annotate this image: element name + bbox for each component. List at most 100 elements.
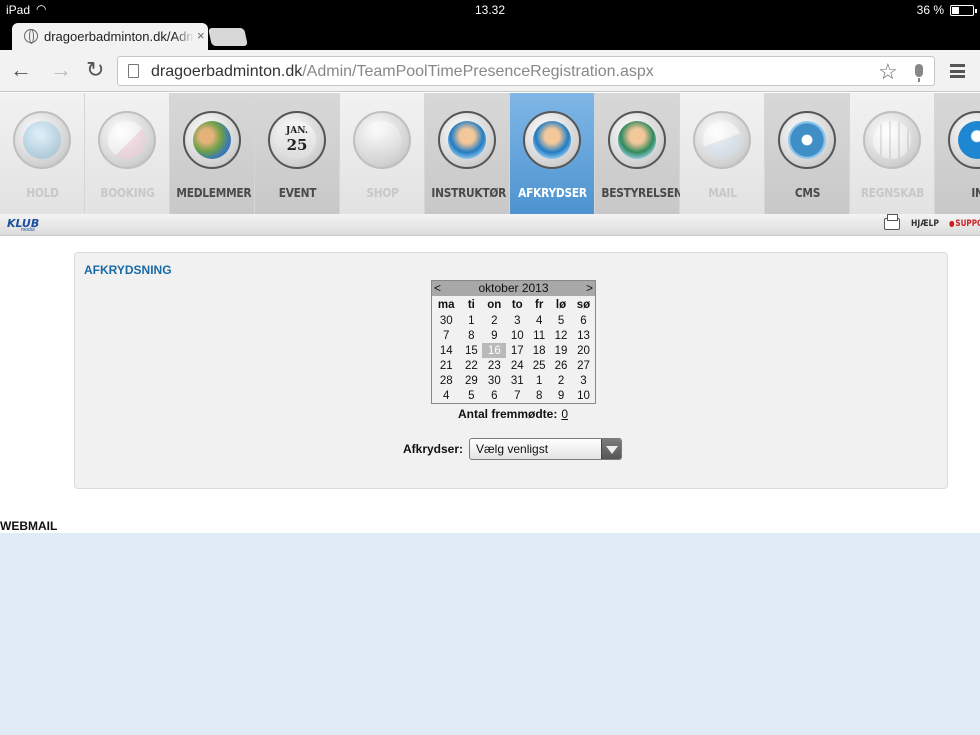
calendar-day[interactable]: 10 [572, 388, 595, 403]
attendance-count-value[interactable]: 0 [561, 407, 568, 421]
module-tab-event[interactable]: JAN. 25 EVENT [255, 93, 340, 214]
bookmark-star-icon[interactable]: ☆ [878, 59, 898, 85]
module-tab-shop[interactable]: SHOP [340, 93, 425, 214]
module-label: MAIL [708, 185, 737, 200]
module-tab-afkrydser[interactable]: AFKRYDSER [510, 93, 595, 214]
calendar-day[interactable]: 8 [528, 388, 550, 403]
calendar-day[interactable]: 28 [432, 373, 460, 388]
page-icon [128, 64, 139, 78]
module-label: BESTYRELSEN [601, 185, 683, 200]
module-label: SHOP [366, 185, 399, 200]
calendar-day[interactable]: 22 [460, 358, 482, 373]
url-path: /Admin/TeamPoolTimePresenceRegistration.… [302, 63, 654, 80]
calendar-day[interactable]: 17 [506, 343, 528, 358]
printer-icon[interactable] [884, 214, 900, 230]
calendar-next-month[interactable]: > [586, 281, 593, 296]
calendar-day[interactable]: 13 [572, 328, 595, 343]
forward-arrow-icon[interactable]: → [50, 59, 72, 81]
calendar-day[interactable]: 24 [506, 358, 528, 373]
calendar-day[interactable]: 5 [460, 388, 482, 403]
klub-logo-sub: modul [21, 227, 35, 233]
presence-panel: AFKRYDSNING < oktober 2013 > ma ti on to fr l… [74, 252, 948, 489]
calendar-day[interactable]: 7 [506, 388, 528, 403]
calendar-day[interactable]: 29 [460, 373, 482, 388]
calendar-day[interactable]: 9 [550, 388, 572, 403]
tab-title: dragoerbadminton.dk/Admin [44, 29, 194, 44]
calendar-day[interactable]: 2 [482, 313, 506, 328]
microphone-icon[interactable] [915, 64, 923, 82]
calendar-day[interactable]: 27 [572, 358, 595, 373]
shopping-bag-icon [353, 111, 411, 169]
checker-select[interactable]: Vælg venligst [469, 438, 622, 460]
module-tab-instruktør[interactable]: INSTRUKTØR [425, 93, 510, 214]
calendar-day[interactable]: 15 [460, 343, 482, 358]
battery-level [952, 7, 960, 14]
tab-close-button[interactable]: × [197, 28, 205, 43]
calendar-day[interactable]: 26 [550, 358, 572, 373]
calendar-weekday-row: ma ti on to fr lø sø [432, 296, 595, 313]
calendar-weekday: ti [467, 298, 475, 311]
calendar-day[interactable]: 5 [550, 313, 572, 328]
calendar-day[interactable]: 23 [482, 358, 506, 373]
calendar-month: oktober 2013 [478, 281, 549, 295]
battery-icon [950, 5, 977, 16]
page-title: AFKRYDSNING [84, 263, 172, 277]
help-link[interactable]: HJÆLP [911, 219, 939, 229]
calendar-day[interactable]: 30 [482, 373, 506, 388]
calendar-day[interactable]: 30 [432, 313, 460, 328]
calendar-day[interactable]: 4 [528, 313, 550, 328]
calendar-day[interactable]: 3 [572, 373, 595, 388]
calendar-week-row: 28 29 30 31 1 2 3 [432, 373, 595, 388]
calendar-weekday: ma [437, 298, 455, 311]
module-tab-cms[interactable]: CMS [765, 93, 850, 214]
calendar-day[interactable]: 11 [528, 328, 550, 343]
calendar-day[interactable]: 20 [572, 343, 595, 358]
calendar-week-row: 30 1 2 3 4 5 6 [432, 313, 595, 328]
module-tab-booking[interactable]: BOOKING [85, 93, 170, 214]
calendar-day[interactable]: 12 [550, 328, 572, 343]
back-arrow-icon[interactable]: ← [10, 59, 32, 81]
calendar-day[interactable]: 6 [572, 313, 595, 328]
calendar-day[interactable]: 25 [528, 358, 550, 373]
coach-icon-glyph [23, 121, 61, 159]
calendar-prev-month[interactable]: < [434, 281, 441, 296]
calendar-day[interactable]: 10 [506, 328, 528, 343]
menu-icon[interactable] [950, 64, 965, 78]
calendar-day[interactable]: 19 [550, 343, 572, 358]
module-tab-mail[interactable]: MAIL [680, 93, 765, 214]
calendar-day[interactable]: 1 [528, 373, 550, 388]
calendar-day[interactable]: 14 [432, 343, 460, 358]
calendar-day[interactable]: 3 [506, 313, 528, 328]
module-tab-hold[interactable]: HOLD [0, 93, 85, 214]
calendar-day[interactable]: 2 [550, 373, 572, 388]
calendar-day[interactable]: 18 [528, 343, 550, 358]
calendar-header: < oktober 2013 > [432, 281, 595, 296]
calendar-day[interactable]: 6 [482, 388, 506, 403]
calendar-day[interactable]: 31 [506, 373, 528, 388]
battery-percent: 36 % [916, 3, 944, 17]
module-tab-bestyrelsen[interactable]: BESTYRELSEN [595, 93, 683, 214]
new-tab-button[interactable] [208, 28, 248, 46]
calendar-weekday: to [511, 298, 523, 311]
instructor-icon [438, 111, 496, 169]
event-icon-month: JAN. [285, 126, 309, 136]
calendar-day[interactable]: 7 [432, 328, 460, 343]
webmail-frame[interactable] [0, 533, 980, 735]
calendar-day[interactable]: 21 [432, 358, 460, 373]
url-text[interactable]: dragoerbadminton.dk/Admin/TeamPoolTimePr… [151, 63, 654, 81]
calendar-day[interactable]: 4 [432, 388, 460, 403]
reload-icon[interactable]: ↻ [86, 59, 104, 81]
support-link[interactable]: SUPPORT [949, 219, 980, 229]
module-tab-in[interactable]: IN [935, 93, 980, 214]
members-icon [183, 111, 241, 169]
calendar-day[interactable]: 8 [460, 328, 482, 343]
calendar-day[interactable]: 9 [482, 328, 506, 343]
browser-toolbar: ← → ↻ dragoerbadminton.dk/Admin/TeamPool… [0, 50, 980, 92]
module-tab-regnskab[interactable]: REGNSKAB [850, 93, 935, 214]
calendar-day[interactable]: 1 [460, 313, 482, 328]
info-icon [948, 111, 980, 169]
address-bar[interactable]: dragoerbadminton.dk/Admin/TeamPoolTimePr… [117, 56, 935, 86]
browser-tab-active[interactable]: dragoerbadminton.dk/Admin × [12, 23, 208, 50]
module-tab-medlemmer[interactable]: MEDLEMMER [170, 93, 255, 214]
calendar-day[interactable]: 16 [482, 343, 507, 358]
